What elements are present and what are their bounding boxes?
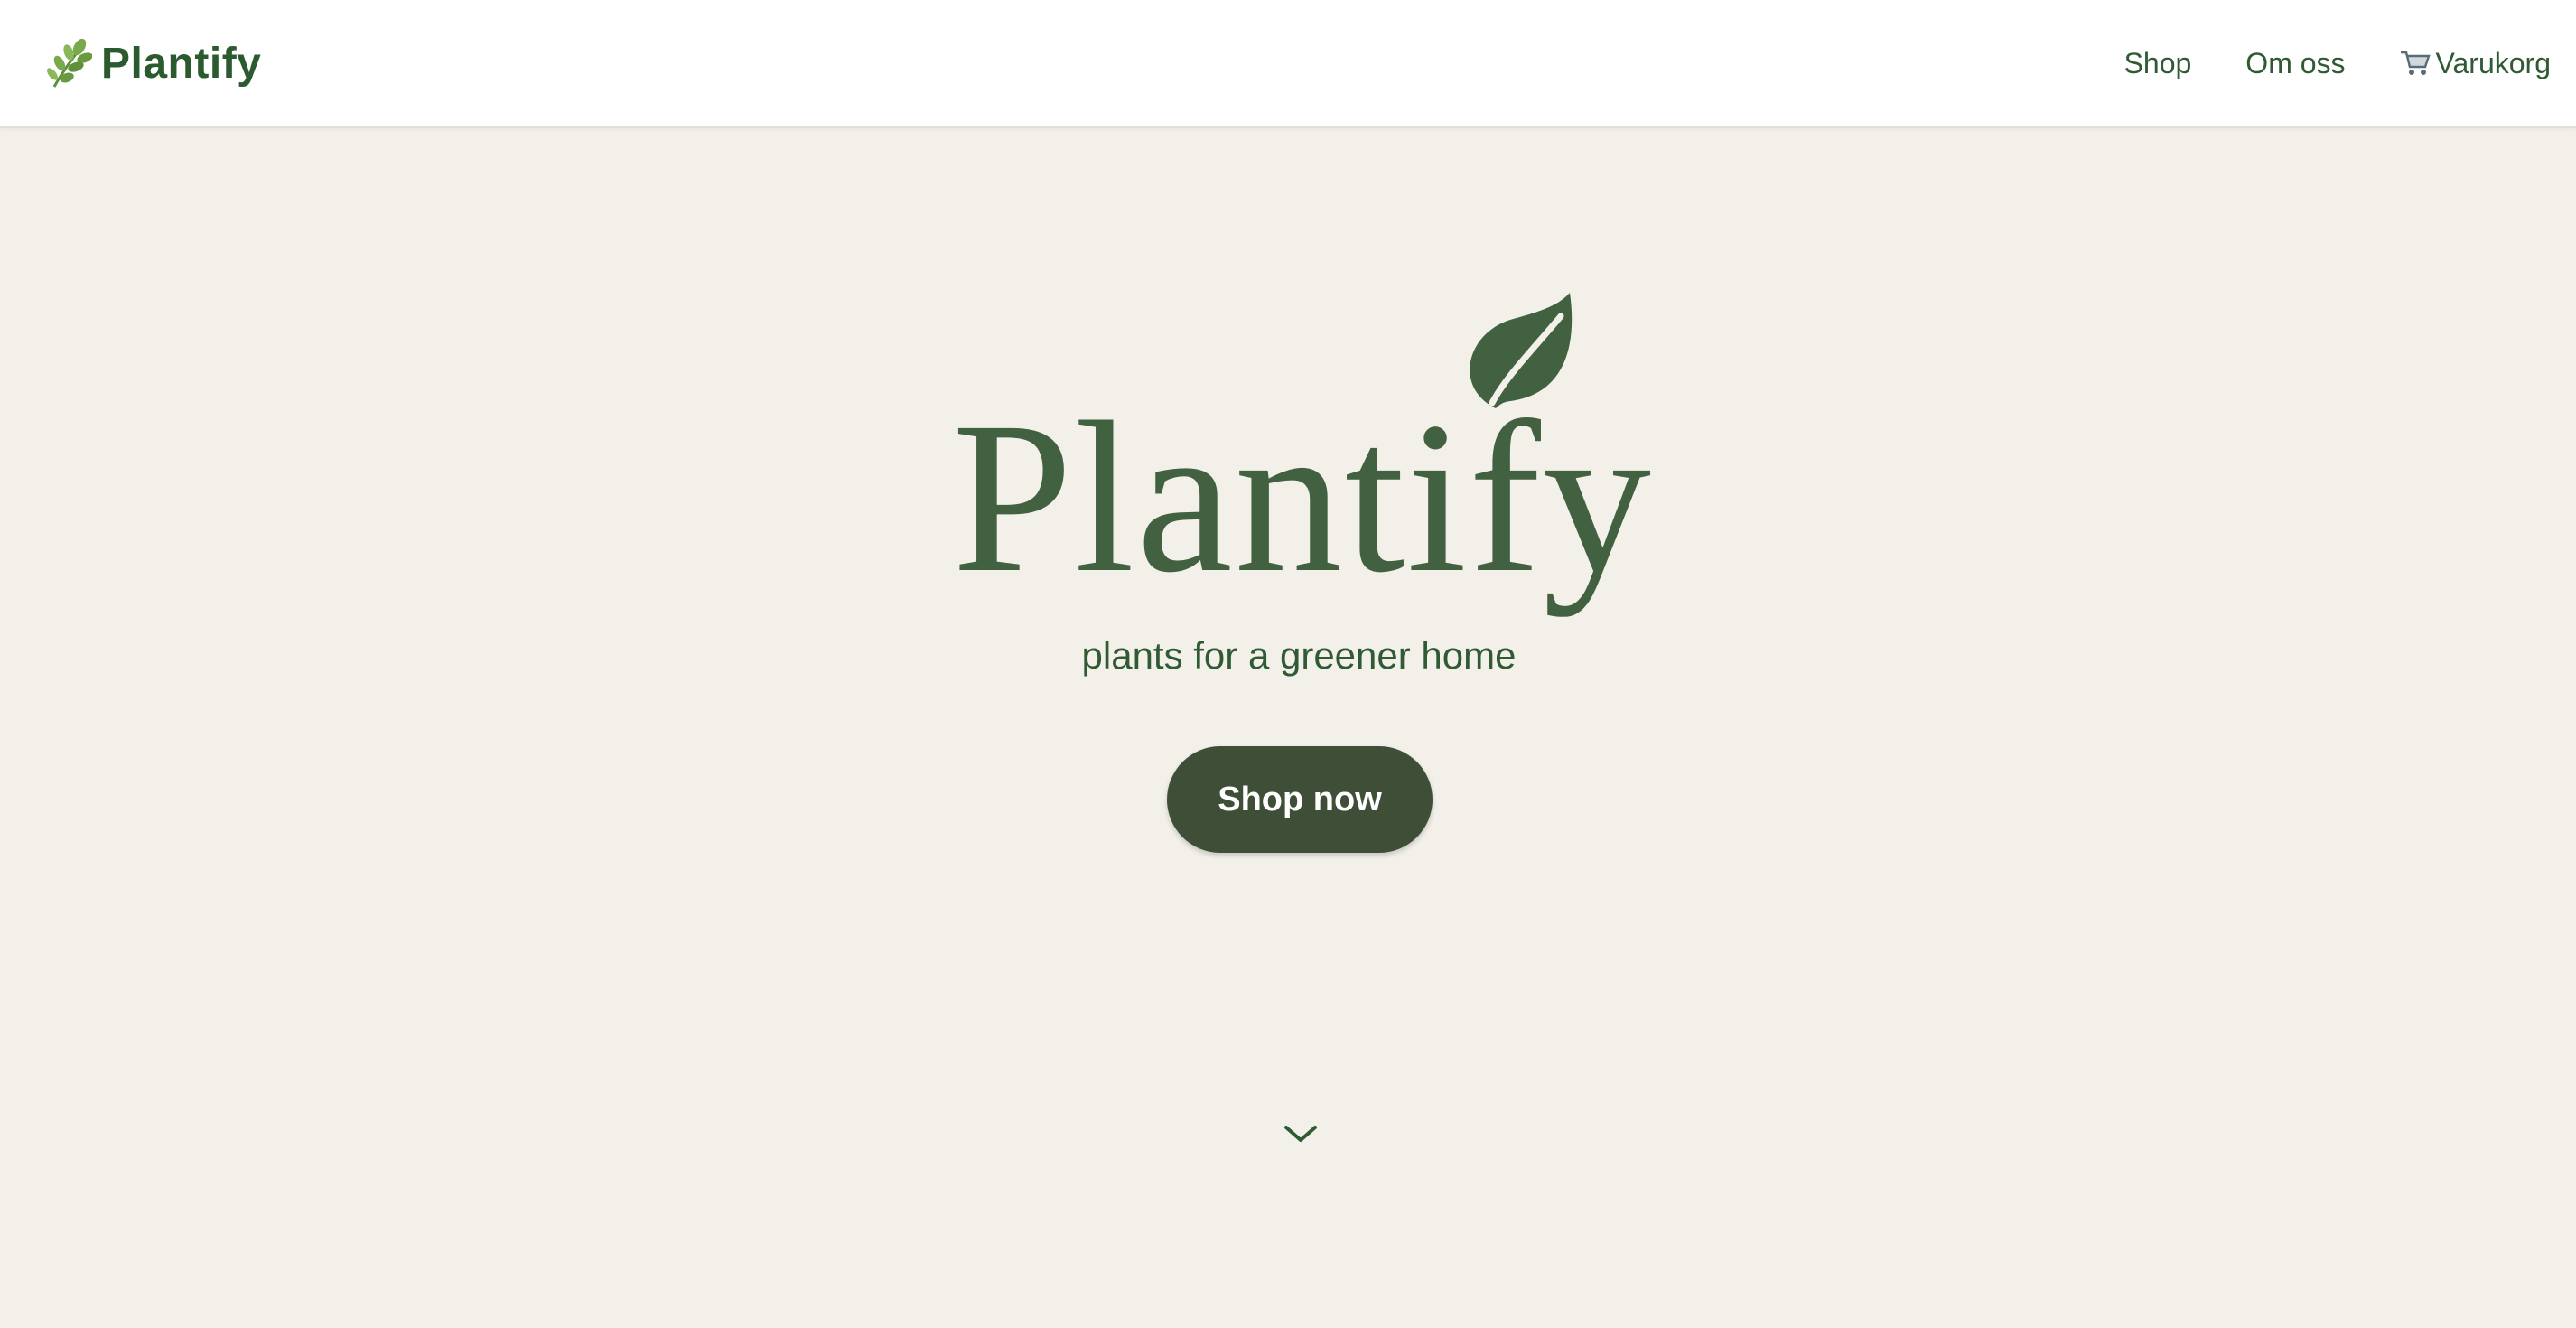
hero-wordmark: Plantify [952,377,1653,617]
chevron-down-icon[interactable] [1283,1120,1319,1147]
hero-logo: Plantify [939,289,1662,623]
nav-link-about-label: Om oss [2245,46,2346,79]
nav-link-shop-label: Shop [2123,46,2192,79]
shop-now-button[interactable]: Shop now [1167,746,1433,853]
shop-now-button-label: Shop now [1218,780,1382,818]
shopping-cart-icon [2400,50,2431,77]
brand-home-link[interactable]: Plantify [45,31,261,96]
nav-link-cart-label: Varukorg [2435,46,2551,79]
brand-name: Plantify [101,39,262,88]
nav-links: Shop Om oss Varukorg [2070,0,2551,126]
nav-link-cart[interactable]: Varukorg [2400,47,2551,80]
herb-sprig-icon [45,38,93,89]
navbar: Plantify Shop Om oss Varukorg [0,0,2576,128]
hero-tagline: plants for a greener home [1081,634,1517,677]
nav-link-about[interactable]: Om oss [2245,47,2345,80]
nav-link-shop[interactable]: Shop [2124,47,2192,80]
